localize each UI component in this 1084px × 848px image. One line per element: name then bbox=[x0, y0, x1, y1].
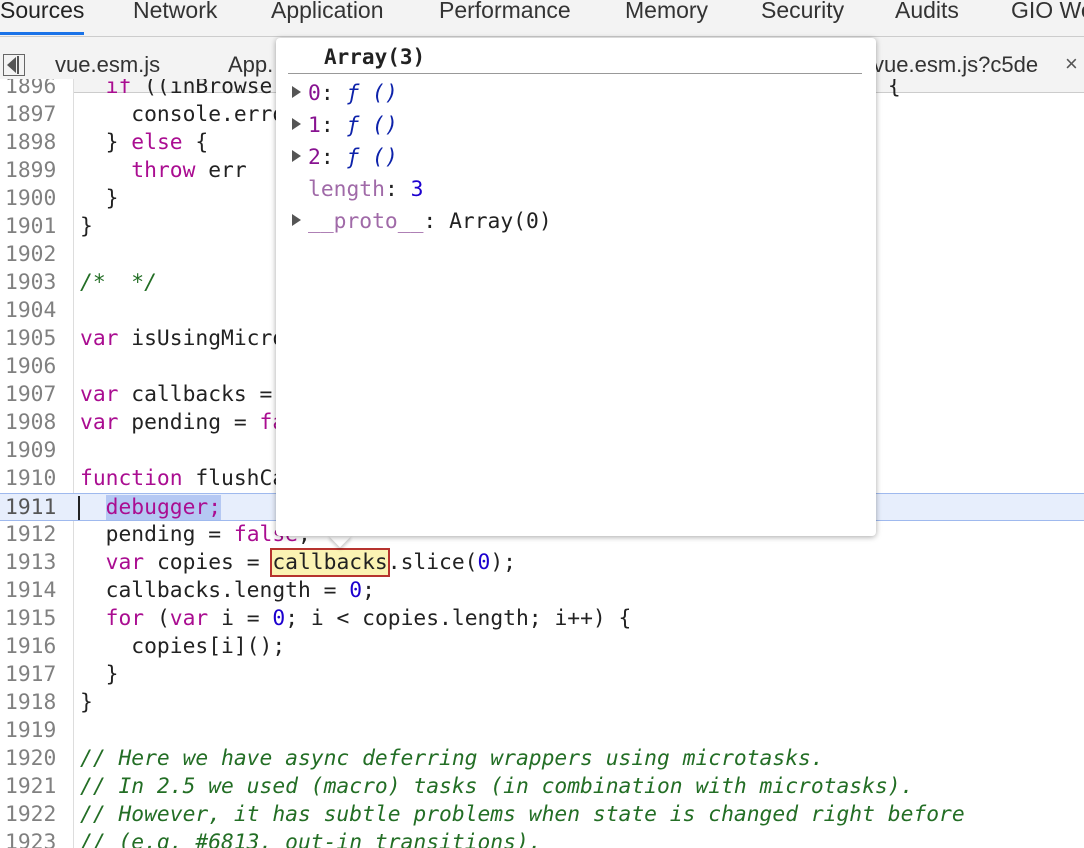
line-number[interactable]: 1900 bbox=[5, 185, 67, 213]
property-key: length bbox=[308, 177, 385, 202]
popover-title: Array(3) bbox=[324, 45, 426, 69]
line-number[interactable]: 1909 bbox=[5, 437, 67, 465]
tab-network[interactable]: Network bbox=[133, 0, 217, 24]
popover-property-row[interactable]: 2: ƒ () bbox=[292, 144, 398, 172]
triangle-right-icon[interactable] bbox=[292, 214, 301, 226]
code-line: 1919 bbox=[0, 717, 1084, 745]
line-number[interactable]: 1923 bbox=[5, 829, 67, 848]
line-number[interactable]: 1903 bbox=[5, 269, 67, 297]
code-line: 1920 // Here we have async deferring wrap… bbox=[0, 745, 1084, 773]
property-key: 1 bbox=[308, 113, 321, 138]
line-number[interactable]: 1917 bbox=[5, 661, 67, 689]
line-number[interactable]: 1922 bbox=[5, 801, 67, 829]
property-key: 2 bbox=[308, 145, 321, 170]
code-text: // However, it has subtle problems when … bbox=[80, 802, 965, 827]
line-number[interactable]: 1908 bbox=[5, 409, 67, 437]
file-tab-vue-esm-c5de[interactable]: vue.esm.js?c5de bbox=[873, 52, 1038, 78]
line-number[interactable]: 1921 bbox=[5, 773, 67, 801]
tab-memory[interactable]: Memory bbox=[625, 0, 708, 24]
code-text: } bbox=[80, 690, 93, 715]
line-number[interactable]: 1907 bbox=[5, 381, 67, 409]
code-text: } bbox=[80, 662, 119, 687]
line-number[interactable]: 1897 bbox=[5, 101, 67, 129]
line-number[interactable]: 1912 bbox=[5, 521, 67, 549]
line-number[interactable]: 1896 bbox=[5, 79, 67, 101]
code-text: } bbox=[80, 186, 119, 211]
code-line: 1916 copies[i](); bbox=[0, 633, 1084, 661]
code-text: copies[i](); bbox=[80, 634, 286, 659]
line-number[interactable]: 1901 bbox=[5, 213, 67, 241]
object-preview-popover: Array(3) 0: ƒ () 1: ƒ () 2: ƒ () length: 3 _… bbox=[276, 38, 876, 536]
property-key: 0 bbox=[308, 81, 321, 106]
line-number[interactable]: 1914 bbox=[5, 577, 67, 605]
code-text: } bbox=[80, 214, 93, 239]
code-text: debugger; bbox=[105, 495, 222, 520]
code-line: 1914 callbacks.length = 0; bbox=[0, 577, 1084, 605]
tab-application[interactable]: Application bbox=[271, 0, 384, 24]
file-tab-vue-esm[interactable]: vue.esm.js bbox=[55, 52, 160, 78]
property-colon: : bbox=[320, 113, 347, 138]
code-text: // (e.g. #6813, out-in transitions). bbox=[80, 830, 542, 848]
code-text: /* */ bbox=[80, 270, 157, 295]
popover-divider bbox=[288, 73, 862, 74]
line-number[interactable]: 1913 bbox=[5, 549, 67, 577]
tab-security[interactable]: Security bbox=[761, 0, 844, 24]
code-text: for (var i = 0; i < copies.length; i++) … bbox=[105, 606, 632, 631]
tab-sources[interactable]: Sources bbox=[0, 0, 85, 35]
code-line: 1918} bbox=[0, 689, 1084, 717]
panel-tab-bar: Sources Network Application Performance … bbox=[0, 0, 1084, 37]
property-value: ƒ () bbox=[346, 145, 398, 170]
tab-audits[interactable]: Audits bbox=[895, 0, 959, 24]
close-icon[interactable]: × bbox=[1065, 51, 1078, 77]
line-number[interactable]: 1920 bbox=[5, 745, 67, 773]
code-text: callbacks.length = 0; bbox=[80, 578, 375, 603]
panel-toggle-icon[interactable] bbox=[3, 54, 25, 76]
triangle-right-icon[interactable] bbox=[292, 150, 301, 162]
tab-performance[interactable]: Performance bbox=[439, 0, 571, 24]
code-text: var copies = callbacks.slice(0); bbox=[105, 548, 516, 577]
tab-gio[interactable]: GIO We bbox=[1011, 0, 1084, 24]
property-value: 3 bbox=[410, 177, 424, 202]
code-text: // In 2.5 we used (macro) tasks (in comb… bbox=[80, 774, 914, 799]
code-line: 1922 // However, it has subtle problems w… bbox=[0, 801, 1084, 829]
line-number[interactable]: 1916 bbox=[5, 633, 67, 661]
line-number[interactable]: 1915 bbox=[5, 605, 67, 633]
property-key: __proto__ bbox=[308, 209, 424, 234]
code-line: 1923 // (e.g. #6813, out-in transitions). bbox=[0, 829, 1084, 848]
code-text: // Here we have async deferring wrappers… bbox=[80, 746, 824, 771]
file-tab-app[interactable]: App. bbox=[228, 52, 273, 78]
line-number[interactable]: 1904 bbox=[5, 297, 67, 325]
line-number[interactable]: 1905 bbox=[5, 325, 67, 353]
code-line: 1917 } bbox=[0, 661, 1084, 689]
line-number[interactable]: 1919 bbox=[5, 717, 67, 745]
property-colon: : bbox=[320, 145, 347, 170]
line-number[interactable]: 1906 bbox=[5, 353, 67, 381]
line-number[interactable]: 1898 bbox=[5, 129, 67, 157]
hovered-token: callbacks bbox=[270, 548, 390, 577]
popover-property-row[interactable]: 1: ƒ () bbox=[292, 112, 398, 140]
line-number[interactable]: 1910 bbox=[5, 465, 67, 493]
property-value: ƒ () bbox=[346, 113, 398, 138]
property-colon: : bbox=[320, 81, 347, 106]
property-colon: : bbox=[384, 177, 411, 202]
line-number[interactable]: 1918 bbox=[5, 689, 67, 717]
line-number[interactable]: 1902 bbox=[5, 241, 67, 269]
line-number[interactable]: 1899 bbox=[5, 157, 67, 185]
code-text: } else { bbox=[80, 130, 209, 155]
popover-property-row[interactable]: 0: ƒ () bbox=[292, 80, 398, 108]
line-number[interactable]: 1911 bbox=[5, 494, 67, 522]
triangle-right-icon[interactable] bbox=[292, 86, 301, 98]
popover-property-row: length: 3 bbox=[292, 176, 423, 204]
code-text: throw err bbox=[131, 158, 247, 183]
code-line: 1921 // In 2.5 we used (macro) tasks (in … bbox=[0, 773, 1084, 801]
code-line: 1915 for (var i = 0; i < copies.length; … bbox=[0, 605, 1084, 633]
triangle-right-icon[interactable] bbox=[292, 118, 301, 130]
property-colon: : bbox=[423, 209, 450, 234]
property-value: Array(0) bbox=[449, 209, 552, 234]
popover-property-row[interactable]: __proto__: Array(0) bbox=[292, 208, 552, 236]
property-value: ƒ () bbox=[346, 81, 398, 106]
code-line: 1913 var copies = callbacks.slice(0); bbox=[0, 548, 1084, 577]
